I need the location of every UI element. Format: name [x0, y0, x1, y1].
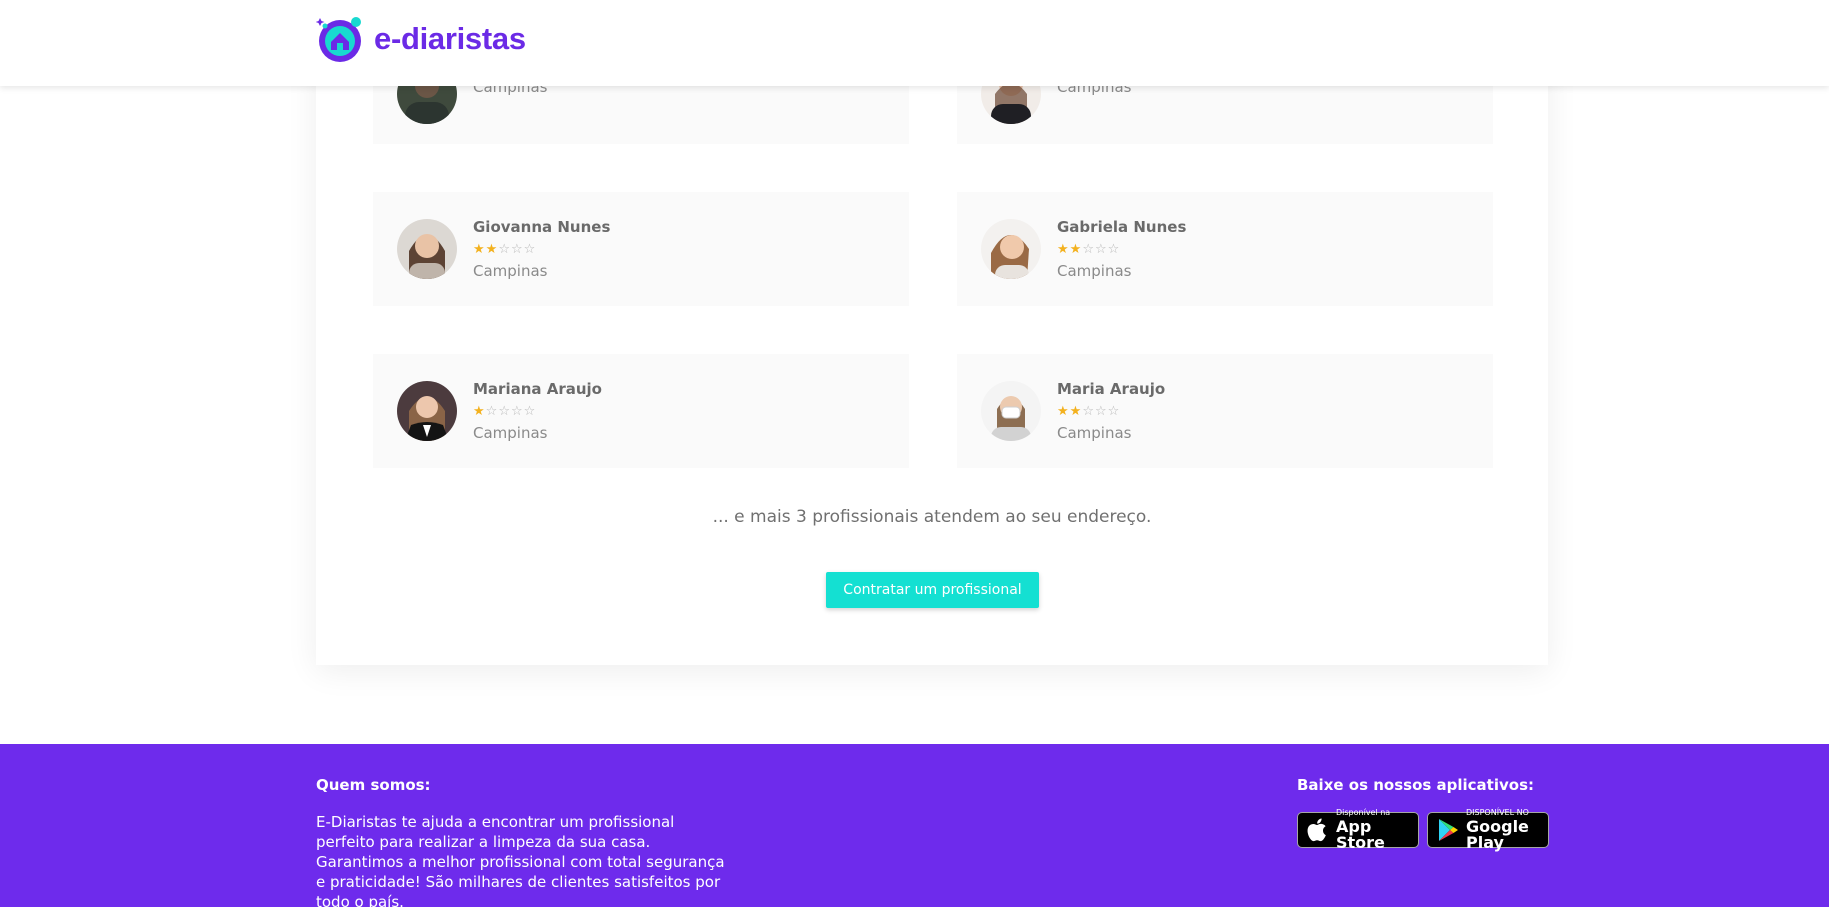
app-store-badge[interactable]: Disponível na App Store — [1297, 808, 1419, 852]
site-footer: Quem somos: E-Diaristas te ajuda a encon… — [0, 744, 1829, 907]
star-empty-icon: ☆ — [1094, 403, 1107, 419]
star-filled-icon: ★ — [1069, 403, 1082, 419]
site-header: e-diaristas — [0, 0, 1829, 86]
star-empty-icon: ☆ — [498, 241, 510, 257]
app-store-small-text: Disponível na — [1336, 808, 1391, 817]
avatar — [397, 219, 457, 279]
star-empty-icon: ☆ — [1094, 241, 1107, 257]
google-play-badge[interactable]: DISPONÍVEL NO Google Play — [1427, 808, 1549, 852]
star-empty-icon: ☆ — [510, 241, 523, 257]
rating-stars: ★ ★ ☆ ☆ ☆ — [1057, 400, 1165, 422]
professional-city: Campinas — [473, 262, 548, 280]
professional-name: Giovanna Nunes — [473, 218, 611, 236]
star-filled-icon: ★ — [473, 403, 485, 419]
star-filled-icon: ★ — [485, 241, 498, 257]
rating-stars: ★ ☆ ☆ ☆ ☆ — [473, 400, 602, 422]
professional-city: Campinas — [473, 424, 548, 442]
professional-card: Mariana Araujo ★ ☆ ☆ ☆ ☆ Campinas — [373, 354, 909, 468]
star-empty-icon: ☆ — [523, 403, 536, 419]
google-play-icon — [1439, 819, 1458, 841]
logo-icon — [316, 17, 361, 62]
star-empty-icon: ☆ — [523, 241, 536, 257]
about-text: E-Diaristas te ajuda a encontrar um prof… — [316, 813, 725, 907]
about-title: Quem somos: — [316, 776, 431, 794]
professional-card: Maria Araujo ★ ★ ☆ ☆ ☆ Campinas — [957, 354, 1493, 468]
avatar — [981, 219, 1041, 279]
star-empty-icon: ☆ — [498, 403, 510, 419]
professional-name: Mariana Araujo — [473, 380, 602, 398]
star-empty-icon: ☆ — [1107, 241, 1120, 257]
star-filled-icon: ★ — [1069, 241, 1082, 257]
professional-name: Gabriela Nunes — [1057, 218, 1187, 236]
app-store-big-text: App Store — [1336, 817, 1385, 852]
logo-text: e-diaristas — [374, 21, 526, 56]
professional-city: Campinas — [1057, 262, 1132, 280]
star-empty-icon: ☆ — [1082, 241, 1094, 257]
rating-stars: ★ ★ ☆ ☆ ☆ — [1057, 238, 1186, 260]
professional-city: Campinas — [1057, 424, 1132, 442]
apps-title: Baixe os nossos aplicativos: — [1297, 776, 1534, 794]
professional-card: Gabriela Nunes ★ ★ ☆ ☆ ☆ Campinas — [957, 192, 1493, 306]
google-play-big-text: Google Play — [1466, 817, 1529, 852]
hire-professional-button[interactable]: Contratar um profissional — [826, 572, 1039, 608]
google-play-small-text: DISPONÍVEL NO — [1466, 808, 1529, 817]
star-filled-icon: ★ — [1057, 241, 1069, 257]
star-empty-icon: ☆ — [485, 403, 498, 419]
star-filled-icon: ★ — [1057, 403, 1069, 419]
more-professionals-text: ... e mais 3 profissionais atendem ao se… — [712, 507, 1152, 527]
apple-icon — [1307, 818, 1326, 842]
avatar — [981, 381, 1041, 441]
professional-name: Maria Araujo — [1057, 380, 1166, 398]
rating-stars: ★ ★ ☆ ☆ ☆ — [473, 238, 610, 260]
star-empty-icon: ☆ — [510, 403, 523, 419]
logo[interactable]: e-diaristas — [316, 14, 526, 64]
star-empty-icon: ☆ — [1082, 403, 1094, 419]
avatar — [397, 381, 457, 441]
star-empty-icon: ☆ — [1107, 403, 1120, 419]
star-filled-icon: ★ — [473, 241, 485, 257]
professional-card: Giovanna Nunes ★ ★ ☆ ☆ ☆ Campinas — [373, 192, 909, 306]
